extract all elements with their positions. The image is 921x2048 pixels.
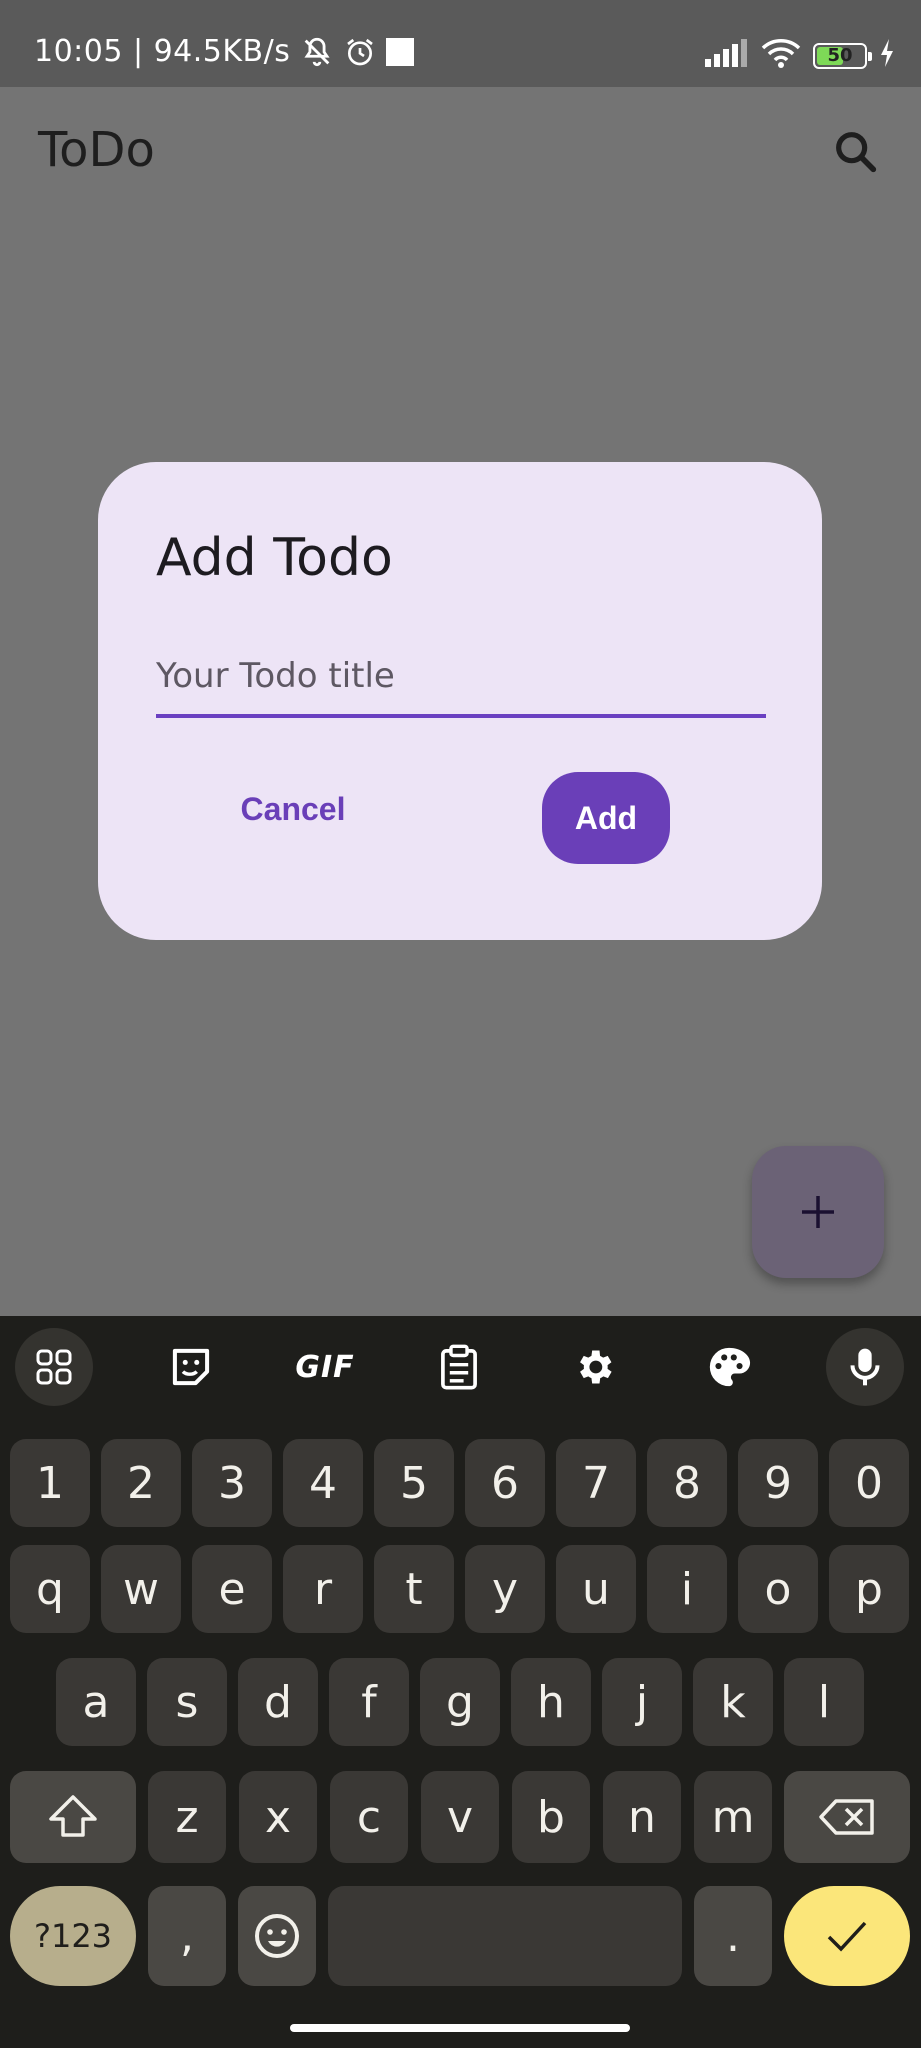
key-r[interactable]: r (283, 1545, 363, 1633)
key-6[interactable]: 6 (465, 1439, 545, 1527)
key-l[interactable]: l (784, 1658, 864, 1746)
backspace-icon (819, 1799, 874, 1835)
status-left: 10:05 | 94.5KB/s (34, 34, 415, 69)
notification-square-icon (386, 37, 415, 66)
comma-key[interactable]: , (148, 1886, 226, 1986)
search-button[interactable] (830, 126, 882, 178)
key-2[interactable]: 2 (101, 1439, 181, 1527)
gear-icon (580, 1350, 612, 1384)
sticker-icon (172, 1348, 210, 1386)
cancel-button[interactable]: Cancel (208, 772, 378, 846)
add-todo-fab[interactable] (752, 1146, 884, 1278)
dialog-title: Add Todo (156, 528, 393, 588)
key-v[interactable]: v (421, 1771, 499, 1863)
key-g[interactable]: g (420, 1658, 500, 1746)
key-d[interactable]: d (238, 1658, 318, 1746)
symbols-key[interactable]: ?123 (10, 1886, 136, 1986)
status-separator: | (132, 34, 144, 69)
key-a[interactable]: a (56, 1658, 136, 1746)
palette-icon (709, 1347, 751, 1387)
key-c[interactable]: c (330, 1771, 408, 1863)
key-y[interactable]: y (465, 1545, 545, 1633)
add-todo-dialog: Add Todo Cancel Add (98, 462, 822, 940)
key-p[interactable]: p (829, 1545, 909, 1633)
key-f[interactable]: f (329, 1658, 409, 1746)
key-8[interactable]: 8 (647, 1439, 727, 1527)
backspace-key[interactable] (784, 1771, 910, 1863)
key-w[interactable]: w (101, 1545, 181, 1633)
signal-icon (705, 39, 749, 72)
shift-icon (49, 1795, 97, 1837)
key-n[interactable]: n (603, 1771, 681, 1863)
key-o[interactable]: o (738, 1545, 818, 1633)
status-time: 10:05 (34, 34, 123, 69)
theme-button[interactable] (690, 1328, 768, 1406)
clipboard-icon (441, 1344, 477, 1390)
app-title: ToDo (38, 122, 155, 178)
shift-key[interactable] (10, 1771, 136, 1863)
key-q[interactable]: q (10, 1545, 90, 1633)
apps-button[interactable] (15, 1328, 93, 1406)
key-x[interactable]: x (239, 1771, 317, 1863)
add-button[interactable]: Add (542, 772, 670, 864)
battery-level: 50 (827, 45, 853, 66)
wifi-icon (761, 38, 801, 73)
gif-label: GIF (295, 1349, 355, 1385)
checkmark-icon (827, 1921, 867, 1952)
key-j[interactable]: j (602, 1658, 682, 1746)
home-indicator[interactable] (290, 2024, 630, 2032)
todo-title-input[interactable] (156, 646, 766, 718)
key-5[interactable]: 5 (374, 1439, 454, 1527)
emoji-icon (255, 1914, 299, 1958)
key-h[interactable]: h (511, 1658, 591, 1746)
key-4[interactable]: 4 (283, 1439, 363, 1527)
mic-icon (850, 1348, 880, 1386)
space-key[interactable] (328, 1886, 682, 1986)
key-7[interactable]: 7 (556, 1439, 636, 1527)
key-k[interactable]: k (693, 1658, 773, 1746)
key-u[interactable]: u (556, 1545, 636, 1633)
settings-button[interactable] (555, 1328, 633, 1406)
search-icon (836, 132, 877, 173)
keyboard-toolbar: GIF (0, 1316, 921, 1416)
key-1[interactable]: 1 (10, 1439, 90, 1527)
key-m[interactable]: m (694, 1771, 772, 1863)
voice-input-button[interactable] (826, 1328, 904, 1406)
alarm-icon (344, 36, 376, 68)
battery-icon: 50 (813, 42, 872, 69)
clipboard-button[interactable] (420, 1328, 498, 1406)
apps-icon (36, 1349, 72, 1385)
key-3[interactable]: 3 (192, 1439, 272, 1527)
gif-button[interactable]: GIF (286, 1328, 364, 1406)
status-network-speed: 94.5KB/s (153, 34, 291, 69)
status-right: 50 (705, 38, 895, 73)
sticker-button[interactable] (152, 1328, 230, 1406)
key-s[interactable]: s (147, 1658, 227, 1746)
key-t[interactable]: t (374, 1545, 454, 1633)
key-9[interactable]: 9 (738, 1439, 818, 1527)
key-b[interactable]: b (512, 1771, 590, 1863)
soft-keyboard: GIF 1234567890 qwertyuiop asdfghjkl zxcv… (0, 1316, 921, 2048)
key-i[interactable]: i (647, 1545, 727, 1633)
mute-notifications-icon (300, 35, 334, 69)
charging-icon (879, 39, 895, 72)
plus-icon (802, 1196, 834, 1228)
status-bar: 10:05 | 94.5KB/s 50 (0, 0, 921, 87)
key-z[interactable]: z (148, 1771, 226, 1863)
period-key[interactable]: . (694, 1886, 772, 1986)
emoji-key[interactable] (238, 1886, 316, 1986)
key-0[interactable]: 0 (829, 1439, 909, 1527)
key-e[interactable]: e (192, 1545, 272, 1633)
done-key[interactable] (784, 1886, 910, 1986)
